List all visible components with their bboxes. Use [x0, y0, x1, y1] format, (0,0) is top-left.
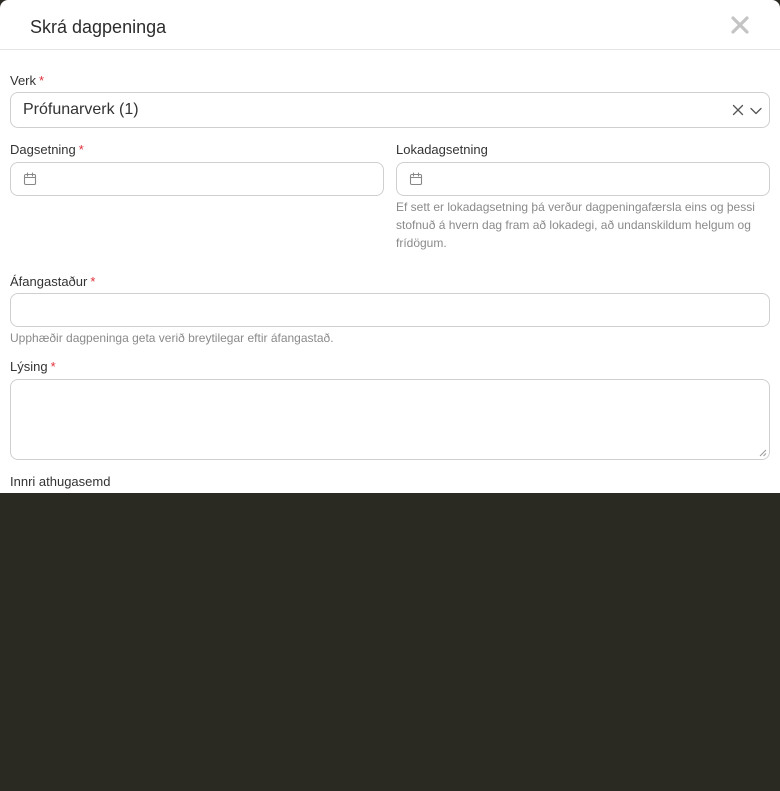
lysing-field[interactable] — [21, 388, 755, 452]
close-button[interactable] — [728, 13, 752, 37]
afangastadur-label: Áfangastaður * — [10, 274, 96, 289]
verk-label: Verk * — [10, 73, 45, 88]
backdrop — [0, 493, 780, 791]
lysing-label: Lýsing * — [10, 359, 56, 374]
clear-icon[interactable] — [731, 103, 745, 117]
verk-select[interactable]: Prófunarverk (1) — [10, 92, 770, 128]
dagsetning-label: Dagsetning * — [10, 142, 84, 157]
modal-header: Skrá dagpeninga — [0, 0, 780, 50]
verk-select-value: Prófunarverk (1) — [23, 101, 139, 118]
required-mark: * — [78, 142, 84, 157]
afangastadur-help: Upphæðir dagpeninga geta verið breytileg… — [10, 331, 334, 345]
lokadagsetning-field[interactable] — [431, 169, 755, 191]
chevron-down-icon[interactable] — [749, 104, 763, 118]
lokadagsetning-label: Lokadagsetning — [396, 142, 488, 157]
required-mark: * — [39, 73, 45, 88]
afangastadur-input[interactable] — [10, 293, 770, 327]
calendar-icon — [409, 172, 423, 186]
lokadagsetning-input[interactable] — [396, 162, 770, 196]
dagsetning-field[interactable] — [45, 169, 369, 191]
resize-handle-icon[interactable] — [759, 449, 767, 457]
dagsetning-input[interactable] — [10, 162, 384, 196]
innri-athugasemd-label: Innri athugasemd — [10, 474, 111, 489]
calendar-icon — [23, 172, 37, 186]
required-mark: * — [90, 274, 96, 289]
modal-title: Skrá dagpeninga — [30, 17, 167, 37]
afangastadur-field[interactable] — [23, 300, 757, 322]
required-mark: * — [50, 359, 56, 374]
lokadagsetning-help: Ef sett er lokadagsetning þá verður dagp… — [396, 200, 755, 250]
close-icon — [731, 16, 749, 34]
lysing-textarea[interactable] — [10, 379, 770, 460]
modal-dialog: Skrá dagpeninga Verk * Prófunarverk (1) D… — [0, 0, 780, 493]
